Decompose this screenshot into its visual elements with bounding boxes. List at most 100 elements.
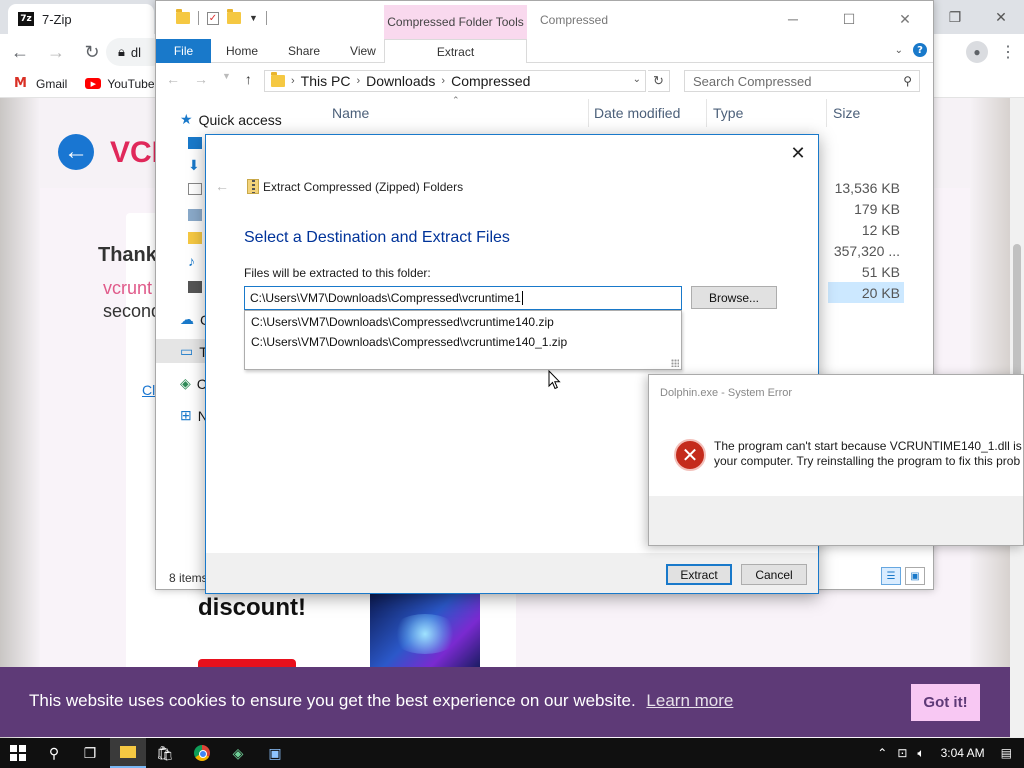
nav-network[interactable]: ⊞ N [180, 407, 208, 424]
menu-dots-icon[interactable]: ⋮ [1000, 42, 1016, 62]
search-box[interactable]: Search Compressed ⚲ [684, 70, 920, 92]
autocomplete-item[interactable]: C:\Users\VM7\Downloads\Compressed\vcrunt… [245, 332, 681, 352]
details-view-icon[interactable]: ☰ [881, 567, 901, 585]
videos-icon[interactable] [188, 281, 202, 293]
properties-icon[interactable]: ✓ [207, 11, 219, 25]
new-folder-icon[interactable] [227, 9, 241, 24]
promo-image[interactable] [370, 594, 480, 674]
cookie-message: This website uses cookies to ensure you … [29, 691, 733, 711]
size-cell[interactable]: 179 KB [828, 198, 904, 219]
youtube-icon: ▶ [85, 78, 102, 89]
downloads-icon[interactable]: ⬇ [188, 158, 202, 172]
breadcrumb-separator-icon[interactable]: › [356, 75, 360, 87]
column-date-modified[interactable]: Date modified [594, 105, 680, 121]
music-icon[interactable]: ♪ [188, 254, 202, 268]
close-icon[interactable]: ✕ [978, 0, 1024, 34]
dialog-caption: Extract Compressed (Zipped) Folders [263, 180, 464, 194]
column-divider[interactable] [706, 99, 707, 127]
column-size[interactable]: Size [833, 105, 860, 121]
clock[interactable]: 3:04 AM [941, 746, 985, 760]
large-icons-view-icon[interactable]: ▣ [905, 567, 925, 585]
click-link[interactable]: Cl [142, 382, 155, 398]
back-arrow-icon[interactable]: ← [215, 178, 229, 194]
help-icon[interactable]: ? [913, 43, 927, 57]
address-row: ← → ▼ ↑ › This PC › Downloads › Compress… [156, 63, 933, 99]
notifications-icon[interactable]: ▤ [1001, 746, 1012, 760]
tab-share[interactable]: Share [273, 39, 335, 63]
omnibox-text: dl [130, 44, 142, 60]
autocomplete-item[interactable]: C:\Users\VM7\Downloads\Compressed\vcrunt… [245, 312, 681, 332]
bookmark-label: Gmail [36, 76, 68, 91]
refresh-icon[interactable]: ↻ [648, 70, 670, 92]
browse-button[interactable]: Browse... [691, 286, 777, 309]
customize-dropdown-icon[interactable]: ▼ [249, 13, 258, 23]
breadcrumb-this-pc[interactable]: This PC [301, 73, 351, 89]
network-icon[interactable]: ⊡ [897, 746, 907, 760]
back-arrow-icon[interactable]: ← [166, 71, 180, 87]
profile-avatar-icon[interactable]: ● [966, 41, 988, 63]
breadcrumb-separator-icon[interactable]: › [441, 75, 445, 87]
chrome-tab[interactable]: 7z 7-Zip [8, 4, 154, 34]
recent-dropdown-icon[interactable]: ▼ [222, 71, 231, 87]
expand-ribbon-icon[interactable]: ⌄ [895, 45, 903, 56]
size-cell[interactable]: 51 KB [828, 261, 904, 282]
back-arrow-circle-icon[interactable]: ← [58, 134, 94, 170]
cancel-button[interactable]: Cancel [741, 564, 807, 585]
folder-icon[interactable] [188, 232, 202, 244]
tab-view[interactable]: View [335, 39, 391, 63]
breadcrumb-downloads[interactable]: Downloads [366, 73, 435, 89]
size-cell[interactable]: 12 KB [828, 219, 904, 240]
taskbar-chrome[interactable] [184, 738, 220, 768]
restore-icon[interactable]: ❐ [932, 0, 978, 34]
tab-extract[interactable]: Extract [384, 39, 527, 63]
forward-arrow-icon[interactable]: → [40, 36, 72, 68]
breadcrumb-compressed[interactable]: Compressed [451, 73, 530, 89]
size-cell-selected[interactable]: 20 KB [828, 282, 904, 303]
column-divider[interactable] [826, 99, 827, 127]
bookmark-youtube[interactable]: ▶ YouTube [85, 77, 155, 91]
column-divider[interactable] [588, 99, 589, 127]
minimize-icon[interactable]: ─ [765, 1, 821, 37]
forward-arrow-icon[interactable]: → [194, 71, 208, 87]
extract-button[interactable]: Extract [666, 564, 732, 585]
store-icon[interactable]: 🛍︎ [147, 738, 183, 768]
destination-path-input[interactable]: C:\Users\VM7\Downloads\Compressed\vcrunt… [244, 286, 682, 310]
reload-icon[interactable]: ↻ [76, 36, 108, 68]
back-arrow-icon[interactable]: ← [4, 36, 36, 68]
learn-more-link[interactable]: Learn more [646, 691, 733, 710]
nav-this-pc[interactable]: ▭ T [180, 343, 208, 360]
tab-file[interactable]: File [156, 39, 211, 63]
chevron-up-icon[interactable]: ⌃ [877, 746, 887, 760]
address-bar[interactable]: › This PC › Downloads › Compressed ⌄ [264, 70, 646, 92]
desktop-icon[interactable] [188, 137, 202, 149]
pictures-icon[interactable] [188, 209, 202, 221]
resize-grip-icon[interactable] [671, 359, 679, 367]
got-it-button[interactable]: Got it! [911, 684, 980, 721]
bookmark-gmail[interactable]: M Gmail [14, 77, 67, 91]
tab-home[interactable]: Home [211, 39, 273, 63]
column-type[interactable]: Type [713, 105, 743, 121]
column-name[interactable]: Name [332, 105, 369, 121]
documents-icon[interactable] [188, 183, 202, 195]
size-column-values: 13,536 KB 179 KB 12 KB 357,320 ... 51 KB… [828, 177, 904, 303]
size-cell[interactable]: 13,536 KB [828, 177, 904, 198]
start-button[interactable] [0, 738, 36, 768]
network-app-icon[interactable]: ◈ [220, 738, 256, 768]
explorer-nav-buttons: ← → ▼ ↑ [166, 71, 252, 87]
nav-cd-drive[interactable]: ◈ C [180, 375, 207, 392]
breadcrumb-separator-icon[interactable]: › [291, 75, 295, 87]
search-icon[interactable]: ⚲ [36, 738, 72, 768]
quick-access-toolbar: ✓ ▼ [176, 9, 267, 25]
error-x-icon: ✕ [674, 439, 706, 471]
close-icon[interactable]: ✕ [788, 143, 808, 163]
volume-muted-icon[interactable]: 🔈︎ [917, 746, 924, 761]
size-cell[interactable]: 357,320 ... [828, 240, 904, 261]
task-view-icon[interactable]: ❐ [72, 738, 108, 768]
taskbar-file-explorer[interactable] [110, 738, 146, 768]
up-arrow-icon[interactable]: ↑ [245, 71, 252, 87]
address-dropdown-icon[interactable]: ⌄ [633, 74, 641, 85]
close-icon[interactable]: ✕ [877, 1, 933, 37]
maximize-icon[interactable]: ☐ [821, 1, 877, 37]
nav-quick-access[interactable]: ★ Quick access [180, 111, 282, 128]
terminal-app-icon[interactable]: ▣ [257, 738, 293, 768]
